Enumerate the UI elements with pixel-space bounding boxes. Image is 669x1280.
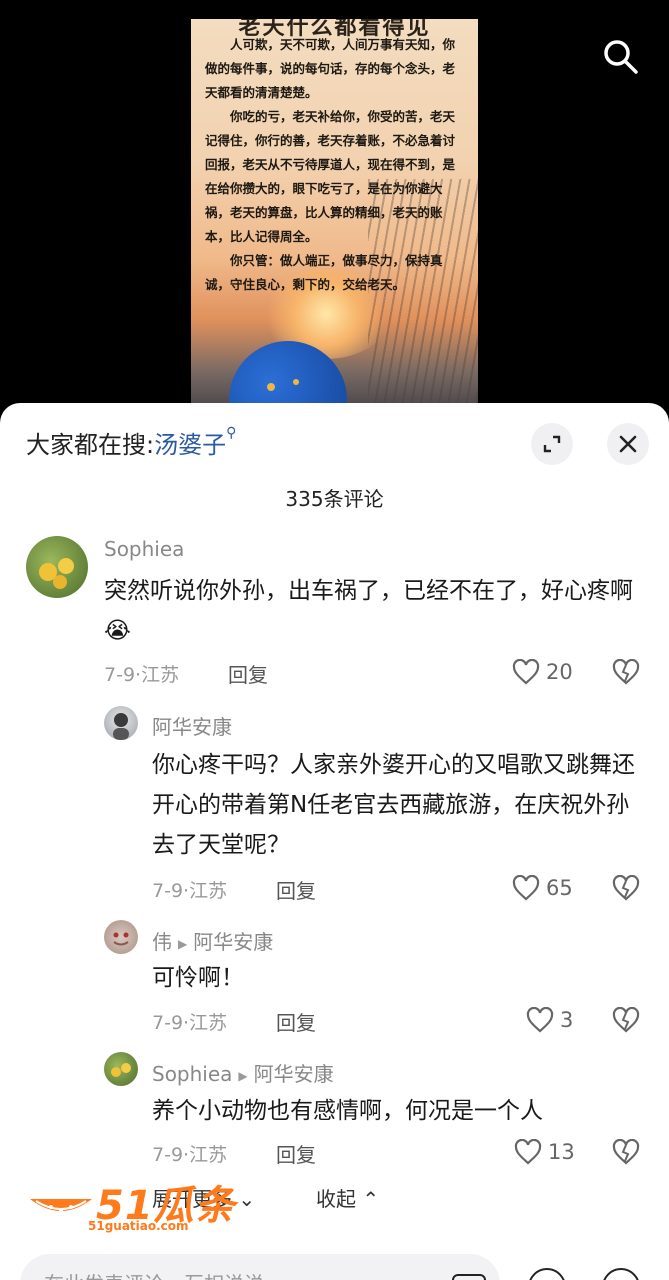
hot-search-keyword[interactable]: 汤婆子 xyxy=(154,431,226,459)
broken-heart-icon xyxy=(612,658,640,685)
comment-author: 伟 ▶ 阿华安康 xyxy=(152,926,273,955)
watermark: 51瓜条 51guatiao.com xyxy=(26,1173,236,1239)
heart-icon xyxy=(526,1007,554,1033)
comment-text: 养个小动物也有感情啊，何况是一个人 xyxy=(152,1098,543,1124)
comment-text: 可怜啊！ xyxy=(152,965,244,991)
comment-meta: 7-9·江苏 xyxy=(152,880,228,902)
comment-text: 突然听说你外孙，出车祸了，已经不在了，好心疼啊😭 xyxy=(104,578,633,644)
video-poster: 老天什么都看得见 人可欺，天不可欺，人间万事有天知，你做的每件事，说的每句话，存… xyxy=(191,19,478,420)
comment-input[interactable]: 在此发表评论，互相说说 xyxy=(20,1254,500,1280)
comment-count: 335条评论 xyxy=(285,487,384,511)
broken-heart-icon xyxy=(612,1138,640,1165)
heart-icon xyxy=(512,875,540,901)
comment-text: 你心疼干吗？人家亲外婆开心的又唱歌又跳舞还开心的带着第N任老官去西藏旅游，在庆祝… xyxy=(152,752,635,858)
comments-sheet: 大家都在搜:汤婆子⚲ 335条评论 Sophiea 突然听说你外孙，出车祸了，已… xyxy=(0,403,669,1280)
image-icon[interactable] xyxy=(602,1268,640,1280)
comment-author-name[interactable]: Sophiea xyxy=(152,1062,232,1086)
like-count: 65 xyxy=(546,876,573,900)
avatar-image xyxy=(113,713,129,740)
close-icon xyxy=(619,435,637,453)
avatar-image xyxy=(111,1063,131,1077)
reply-button[interactable]: 回复 xyxy=(276,1007,316,1036)
reply-arrow-icon: ▶ xyxy=(178,936,188,951)
heart-icon xyxy=(514,1139,542,1165)
reply-arrow-icon: ▶ xyxy=(238,1068,248,1083)
avatar[interactable] xyxy=(104,920,138,954)
like-button[interactable]: 65 xyxy=(512,875,573,901)
emoji-icon[interactable] xyxy=(528,1268,566,1280)
watermelon-logo-icon xyxy=(30,1199,92,1212)
video-player[interactable]: 老天什么都看得见 人可欺，天不可欺，人间万事有天知，你做的每件事，说的每句话，存… xyxy=(0,0,669,420)
collapse-button[interactable]: 收起 ⌃ xyxy=(316,1183,379,1212)
avatar-image xyxy=(113,932,129,946)
dislike-button[interactable] xyxy=(612,658,640,689)
hot-search-prefix: 大家都在搜: xyxy=(26,431,155,459)
collapse-label: 收起 xyxy=(316,1187,356,1211)
at-icon[interactable] xyxy=(452,1274,486,1280)
comment-author[interactable]: 阿华安康 xyxy=(152,711,232,740)
like-button[interactable]: 20 xyxy=(512,659,573,685)
poster-text: 人可欺，天不可欺，人间万事有天知，你做的每件事，说的每句话，存的每个念头，老天都… xyxy=(205,33,464,297)
expand-button[interactable] xyxy=(531,423,573,465)
search-button[interactable] xyxy=(600,36,640,76)
search-icon xyxy=(604,40,638,74)
avatar[interactable] xyxy=(26,536,88,598)
comment-meta: 7-9·江苏 xyxy=(152,1144,228,1166)
close-button[interactable] xyxy=(607,423,649,465)
chevron-down-icon: ⌄ xyxy=(238,1187,256,1211)
dislike-button[interactable] xyxy=(612,1006,640,1037)
avatar-image xyxy=(39,558,74,589)
poster-paragraph: 你吃的亏，老天补给你，你受的苦，老天记得住，你行的善，老天存着账，不必急着讨回报… xyxy=(205,109,456,244)
heart-icon xyxy=(512,659,540,685)
dislike-button[interactable] xyxy=(612,1138,640,1169)
comment-input-bar: 在此发表评论，互相说说 xyxy=(0,1248,669,1280)
comment-author-name[interactable]: 伟 xyxy=(152,930,172,954)
like-count: 3 xyxy=(560,1008,574,1032)
comment-meta: 7-9·江苏 xyxy=(104,664,180,686)
broken-heart-icon xyxy=(612,874,640,901)
expand-icon xyxy=(543,435,561,453)
comment-author: Sophiea ▶ 阿华安康 xyxy=(152,1058,334,1087)
like-count: 13 xyxy=(548,1140,575,1164)
dislike-button[interactable] xyxy=(612,874,640,905)
like-button[interactable]: 13 xyxy=(514,1139,575,1165)
like-count: 20 xyxy=(546,660,573,684)
avatar[interactable] xyxy=(104,706,138,740)
comment-meta: 7-9·江苏 xyxy=(152,1012,228,1034)
reply-button[interactable]: 回复 xyxy=(228,659,268,688)
avatar[interactable] xyxy=(104,1052,138,1086)
poster-paragraph: 你只管：做人端正，做事尽力，保持真诚，守住良心，剩下的，交给老天。 xyxy=(205,253,443,292)
reply-to-name[interactable]: 阿华安康 xyxy=(193,930,273,954)
broken-heart-icon xyxy=(612,1006,640,1033)
like-button[interactable]: 3 xyxy=(526,1007,573,1033)
poster-paragraph: 人可欺，天不可欺，人间万事有天知，你做的每件事，说的每句话，存的每个念头，老天都… xyxy=(205,37,456,100)
reply-to-name[interactable]: 阿华安康 xyxy=(254,1062,334,1086)
search-small-icon: ⚲ xyxy=(226,425,237,441)
watermark-url: 51guatiao.com xyxy=(88,1219,189,1233)
chevron-up-icon: ⌃ xyxy=(362,1187,380,1211)
hot-search[interactable]: 大家都在搜:汤婆子⚲ xyxy=(26,425,236,460)
reply-button[interactable]: 回复 xyxy=(276,1139,316,1168)
comment-author[interactable]: Sophiea xyxy=(104,537,184,561)
reply-button[interactable]: 回复 xyxy=(276,875,316,904)
